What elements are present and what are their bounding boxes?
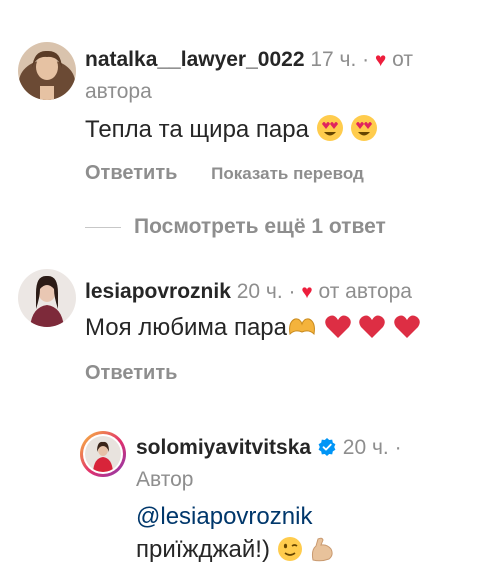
- author-role-label: Автор: [136, 468, 194, 491]
- red-heart-emoji-icon: [324, 314, 352, 348]
- verified-badge-icon: [317, 437, 337, 457]
- liked-by-author-label: от автора: [318, 280, 412, 303]
- mention-lesiapovroznik[interactable]: @lesiapovroznik: [136, 503, 312, 530]
- avatar-story-ring: [83, 434, 123, 474]
- author-liked-heart-icon: ♥: [301, 282, 313, 303]
- heart-eyes-emoji-icon: [350, 114, 378, 150]
- flexed-biceps-emoji-icon: [309, 536, 335, 562]
- comment-header: solomiyavitvitska 20 ч. ·: [136, 435, 402, 461]
- comment-text-content: Тепла та щира пара: [85, 116, 309, 143]
- red-heart-emoji-icon: [393, 314, 421, 348]
- reply-button[interactable]: Ответить: [85, 162, 177, 184]
- avatar-natalka[interactable]: [18, 42, 76, 100]
- mention-link: @lesiapovroznik: [136, 502, 312, 532]
- comment-text: приїжджай!): [136, 535, 335, 562]
- translate-button[interactable]: Показать перевод: [211, 164, 364, 183]
- heart-eyes-emoji-icon: [316, 114, 344, 150]
- author-liked-heart-icon: ♥: [375, 50, 387, 71]
- winking-face-emoji-icon: [277, 536, 303, 562]
- username[interactable]: lesiapovroznik: [85, 280, 231, 303]
- comment-text: Моя любима пара: [85, 313, 421, 348]
- comment-header: natalka__lawyer_0022 17 ч. · ♥ от: [85, 47, 413, 74]
- comment-text-content: приїжджай!): [136, 536, 270, 562]
- comment-actions: Ответить Показать перевод: [85, 160, 364, 187]
- comment-time: 20 ч.: [236, 280, 283, 303]
- avatar-lesiapovroznik[interactable]: [18, 269, 76, 327]
- comment-header: lesiapovroznik 20 ч. · ♥ от автора: [85, 279, 412, 306]
- reply-button[interactable]: Ответить: [85, 362, 177, 384]
- comment-text: Тепла та щира пара: [85, 114, 378, 150]
- liked-by-author-label-cont: автора: [85, 80, 152, 103]
- liked-by-author-label: от: [392, 48, 413, 71]
- username[interactable]: natalka__lawyer_0022: [85, 48, 305, 71]
- comment-time: 17 ч.: [310, 48, 357, 71]
- view-more-divider: [85, 227, 121, 228]
- comment-actions: Ответить: [85, 360, 177, 386]
- avatar-solomiyavitvitska[interactable]: [80, 431, 126, 477]
- view-more-replies-button[interactable]: Посмотреть ещё 1 ответ: [134, 214, 386, 240]
- separator: ·: [394, 436, 402, 459]
- comment-text-content: Моя любима пара: [85, 314, 287, 341]
- separator: ·: [288, 280, 296, 303]
- comment-time: 20 ч.: [342, 436, 389, 459]
- username[interactable]: solomiyavitvitska: [136, 436, 311, 459]
- separator: ·: [362, 48, 370, 71]
- heart-hands-emoji-icon: [287, 314, 317, 348]
- red-heart-emoji-icon: [358, 314, 386, 348]
